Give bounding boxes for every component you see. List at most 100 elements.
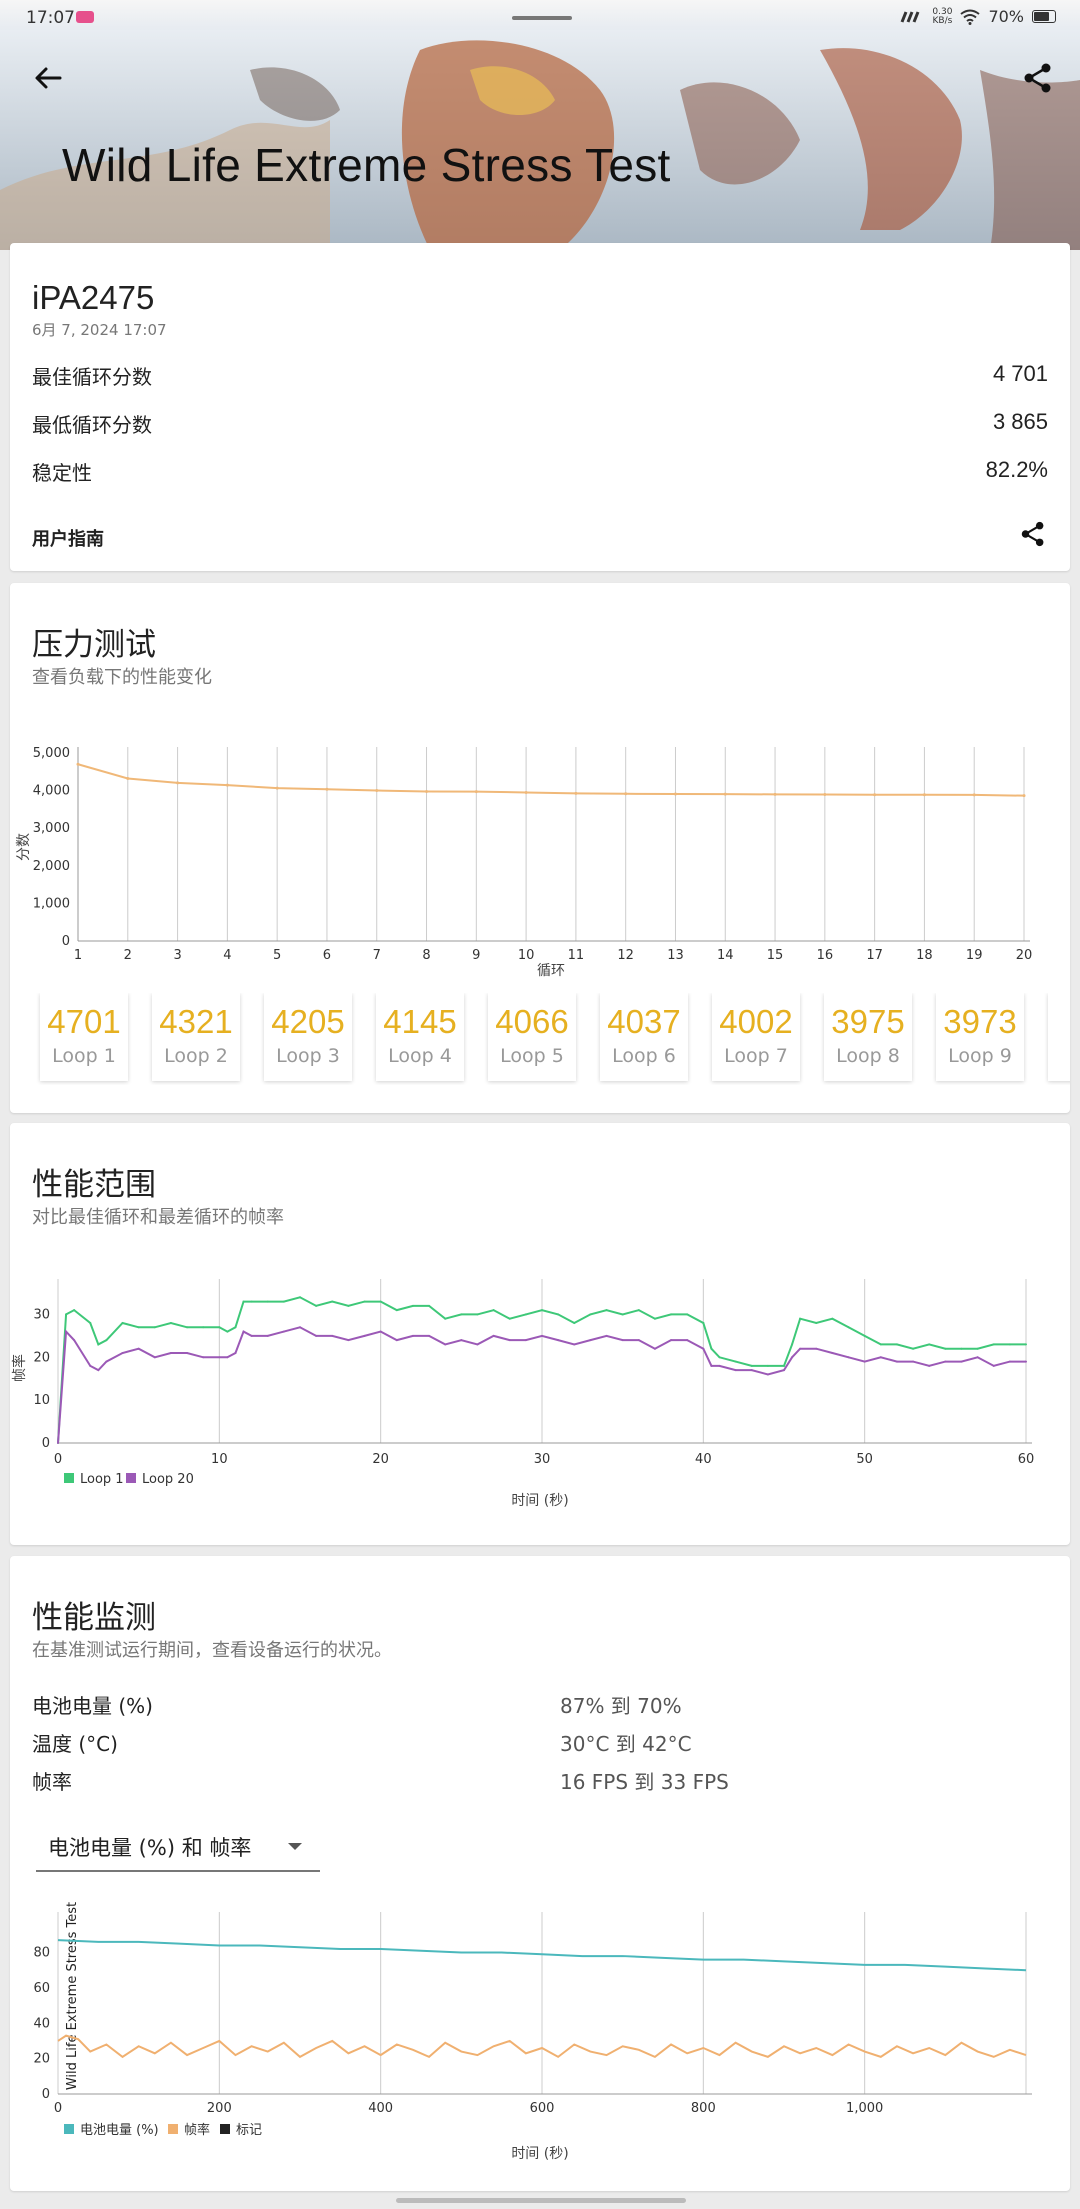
data-point (873, 793, 877, 797)
data-point (928, 1343, 931, 1346)
data-point (76, 762, 80, 766)
data-point (492, 1334, 495, 1337)
loop-score-card[interactable]: 4205 Loop 3 (264, 993, 352, 1081)
y-tick-label: 5,000 (33, 746, 70, 761)
data-point (476, 1343, 479, 1346)
stress-test-card: 压力测试 查看负载下的性能变化 1 2 3 4 5 6 7 8 9 10 11 12 13 14 15 16 1… (10, 583, 1070, 1113)
data-point (637, 1339, 640, 1342)
data-point (299, 1326, 301, 1329)
x-tick-label: 12 (617, 948, 634, 963)
data-point (823, 793, 827, 797)
x-tick-label: 11 (568, 948, 585, 963)
x-tick-label: 20 (1016, 948, 1033, 963)
data-point (476, 1313, 479, 1316)
x-tick-label: 3 (173, 948, 181, 963)
notification-icon (76, 11, 94, 23)
data-point (624, 792, 628, 796)
loop-label: Loop 1 (52, 1045, 116, 1067)
loop-score-card[interactable]: 4002 Loop 7 (712, 993, 800, 1081)
data-point (831, 1352, 834, 1354)
arrow-left-icon[interactable] (30, 60, 66, 96)
loop-score: 3975 (831, 1003, 905, 1040)
loop-score-card[interactable]: 4321 Loop 2 (152, 993, 240, 1081)
data-point (347, 1304, 350, 1307)
x-tick-label: 30 (534, 1452, 551, 1467)
loop-score-card[interactable]: 3973 Loop 9 (936, 993, 1024, 1081)
data-point (815, 1322, 818, 1324)
data-point (460, 1339, 463, 1342)
data-point (126, 777, 130, 781)
data-point (928, 1364, 931, 1367)
share-icon[interactable] (1018, 519, 1048, 549)
status-icons: 0.30 KB/s 70% (900, 7, 1056, 26)
legend-swatch (64, 1473, 74, 1483)
battery-percent: 70% (988, 7, 1024, 26)
loop-score-list[interactable]: 4701 Loop 1 4321 Loop 2 4205 Loop 3 4145 Loop 4… (30, 993, 1070, 1085)
x-tick-label: 50 (856, 1452, 873, 1467)
device-name: iPA2475 (32, 279, 155, 316)
data-point (325, 787, 329, 791)
x-tick-label: 7 (373, 948, 381, 963)
top-handle[interactable] (512, 16, 572, 20)
data-point (176, 781, 180, 785)
loop-score-card[interactable]: 4145 Loop 4 (376, 993, 464, 1081)
x-tick-label: 17 (866, 948, 883, 963)
data-point (686, 1339, 689, 1342)
legend-label: 标记 (236, 2123, 262, 2138)
data-point (460, 1313, 463, 1316)
x-tick-label: 60 (1018, 1452, 1035, 1467)
x-tick-label: 16 (817, 948, 834, 963)
x-tick-label: 400 (368, 2101, 393, 2116)
summary-card: iPA2475 6月 7, 2024 17:07 最佳循环分数 4 701 最低… (10, 243, 1070, 571)
data-point (944, 1347, 947, 1350)
share-icon[interactable] (1020, 60, 1056, 96)
y-tick-label: 3,000 (33, 821, 70, 836)
y-tick-label: 60 (33, 1981, 50, 1996)
loop-score-card[interactable]: 3975 Loop 8 (824, 993, 912, 1081)
y-tick-label: 10 (33, 1393, 50, 1408)
data-point (847, 1326, 850, 1329)
data-point (766, 1373, 769, 1376)
data-point (710, 1364, 713, 1367)
data-point (574, 791, 578, 795)
user-guide-link[interactable]: 用户指南 (32, 525, 104, 551)
data-point (315, 1304, 318, 1307)
lowest-loop-row: 最低循环分数 3 865 (32, 409, 1048, 441)
data-point (573, 1322, 576, 1324)
x-tick-label: 2 (124, 948, 132, 963)
data-point (1008, 1343, 1011, 1346)
data-point (718, 1356, 721, 1359)
loop-score-card-partial[interactable] (1048, 993, 1070, 1081)
signal-icon (900, 10, 920, 23)
data-point (972, 793, 976, 797)
data-point (976, 1347, 979, 1350)
stability-value: 82.2% (985, 457, 1048, 482)
loop-label: Loop 9 (948, 1045, 1012, 1067)
y-tick-label: 30 (33, 1307, 50, 1322)
home-indicator[interactable] (396, 2198, 686, 2203)
data-point (637, 1309, 640, 1312)
legend-label: 帧率 (184, 2122, 210, 2138)
legend-label: Loop 1 (80, 1472, 124, 1487)
data-point (65, 1330, 68, 1333)
data-point (428, 1304, 431, 1307)
loop-score-card[interactable]: 4701 Loop 1 (40, 993, 128, 1081)
x-tick-label: 4 (223, 948, 231, 963)
page-title: Wild Life Extreme Stress Test (62, 139, 671, 191)
loop-score: 4002 (719, 1003, 793, 1040)
data-point (57, 1442, 59, 1444)
data-point (1025, 1360, 1027, 1363)
data-point (266, 1334, 269, 1337)
hero-banner: Wild Life Extreme Stress Test (0, 0, 1080, 250)
x-tick-label: 19 (966, 948, 983, 963)
data-point (1025, 1343, 1027, 1346)
loop-score-card[interactable]: 4066 Loop 5 (488, 993, 576, 1081)
data-point (573, 1343, 576, 1346)
data-point (589, 1339, 592, 1342)
x-tick-label: 9 (472, 948, 480, 963)
loop-score-card[interactable]: 4037 Loop 6 (600, 993, 688, 1081)
performance-range-card: 性能范围 对比最佳循环和最差循环的帧率 0 10 20 30 40 50 60 0 10 20 30… (10, 1123, 1070, 1545)
data-point (922, 793, 926, 797)
data-point (226, 1330, 229, 1333)
data-point (202, 1356, 205, 1359)
